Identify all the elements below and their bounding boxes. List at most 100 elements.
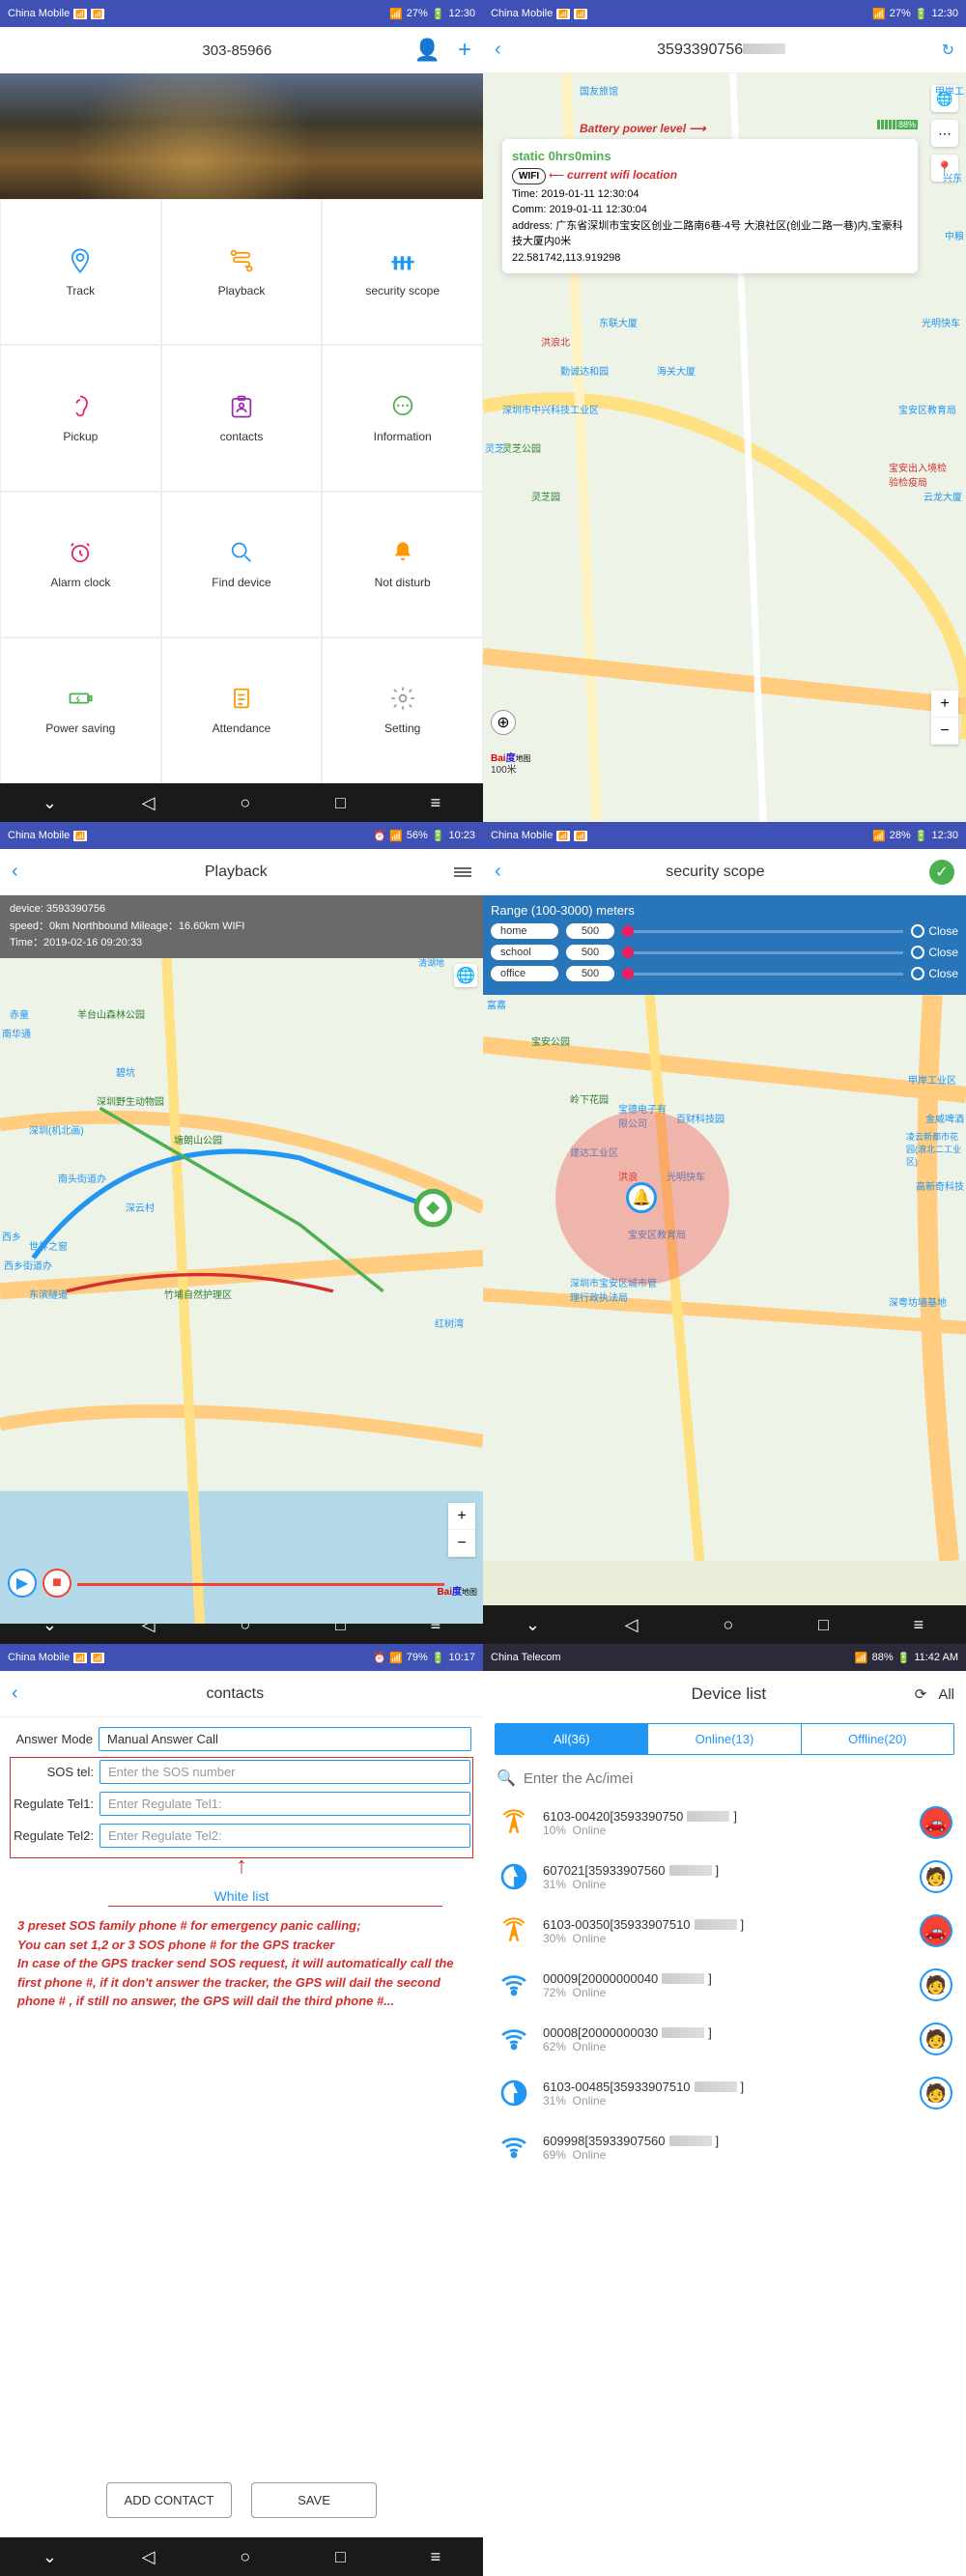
zoom-out[interactable]: −: [448, 1530, 475, 1557]
back-button[interactable]: ‹: [12, 1683, 18, 1705]
signal-type-icon: [497, 1805, 531, 1840]
globe-button[interactable]: 🌐: [454, 964, 477, 987]
device-list-item[interactable]: 609998[35933907560] 69% Online: [483, 2120, 966, 2174]
regulate-tel2-input[interactable]: Enter Regulate Tel2:: [99, 1824, 470, 1848]
close-toggle[interactable]: Close: [911, 946, 958, 959]
range-slider[interactable]: [622, 951, 903, 954]
close-toggle[interactable]: Close: [911, 924, 958, 938]
avatar-person[interactable]: 🧑: [920, 1860, 952, 1893]
nav-dropdown[interactable]: ⌄: [43, 2547, 57, 2567]
regulate-tel1-input[interactable]: Enter Regulate Tel1:: [99, 1792, 470, 1816]
device-list-item[interactable]: 00008[20000000030] 62% Online 🧑: [483, 2012, 966, 2066]
grid-alarm-clock[interactable]: Alarm clock: [0, 492, 161, 637]
back-button[interactable]: ‹: [12, 861, 18, 883]
nav-menu[interactable]: ≡: [431, 793, 441, 813]
device-list-item[interactable]: 6103-00350[35933907510] 30% Online 🚗: [483, 1904, 966, 1958]
nav-home[interactable]: ○: [723, 1615, 733, 1635]
avatar-car[interactable]: 🚗: [920, 1914, 952, 1947]
device-list-item[interactable]: 607021[35933907560] 31% Online 🧑: [483, 1850, 966, 1904]
sos-tel-input[interactable]: Enter the SOS number: [99, 1760, 470, 1784]
whitelist-link[interactable]: White list: [12, 1875, 471, 1917]
grid-not-disturb[interactable]: Not disturb: [322, 492, 483, 637]
save-button[interactable]: SAVE: [251, 2482, 377, 2518]
nav-recent[interactable]: □: [335, 2547, 346, 2567]
nav-back[interactable]: ◁: [625, 1615, 639, 1635]
device-status: 62% Online: [543, 2040, 908, 2053]
nav-menu[interactable]: ≡: [431, 2547, 441, 2567]
grid-power-saving[interactable]: Power saving: [0, 637, 161, 783]
annotation-note-1: 3 preset SOS family phone # for emergenc…: [12, 1916, 471, 1936]
fence-name-input[interactable]: office: [491, 966, 558, 981]
map-view[interactable]: Battery power level ⟶ 88% static 0hrs0mi…: [483, 73, 966, 783]
grid-pickup[interactable]: Pickup: [0, 345, 161, 491]
fence-range-value[interactable]: 500: [566, 945, 614, 960]
range-row-office: office 500 Close: [491, 966, 958, 981]
close-toggle[interactable]: Close: [911, 967, 958, 980]
back-button[interactable]: ‹: [495, 861, 501, 883]
nav-dropdown[interactable]: ⌄: [43, 793, 57, 813]
profile-icon[interactable]: 👤: [414, 38, 440, 63]
refresh-icon[interactable]: ↻: [942, 41, 954, 60]
avatar-person[interactable]: 🧑: [920, 2023, 952, 2055]
confirm-button[interactable]: ✓: [929, 860, 954, 885]
nav-home[interactable]: ○: [240, 2547, 250, 2567]
back-button[interactable]: ‹: [495, 39, 501, 61]
nav-back[interactable]: ◁: [142, 793, 156, 813]
tab-online[interactable]: Online(13): [648, 1724, 801, 1754]
avatar-car[interactable]: 🚗: [920, 1806, 952, 1839]
geofence-map[interactable]: 富嘉 宝安公园 甲岸工业区 岭下花园 宝德电子有限公司 百财科技园 金威啤酒 建…: [483, 995, 966, 1605]
device-list-item[interactable]: 6103-00420[3593390750] 10% Online 🚗: [483, 1796, 966, 1850]
grid-playback[interactable]: Playback: [161, 199, 323, 345]
nav-back[interactable]: ◁: [142, 2547, 156, 2567]
device-list-item[interactable]: 00009[20000000040] 72% Online 🧑: [483, 1958, 966, 2012]
add-icon[interactable]: +: [458, 37, 471, 64]
zoom-in[interactable]: +: [448, 1503, 475, 1530]
grid-security-scope[interactable]: security scope: [322, 199, 483, 345]
battery-icon: [67, 685, 94, 712]
nav-recent[interactable]: □: [335, 793, 346, 813]
grid-track[interactable]: Track: [0, 199, 161, 345]
tab-offline[interactable]: Offline(20): [802, 1724, 953, 1754]
grid-setting[interactable]: Setting: [322, 637, 483, 783]
range-slider[interactable]: [622, 930, 903, 933]
zoom-out[interactable]: −: [931, 718, 958, 745]
avatar-person[interactable]: 🧑: [920, 2077, 952, 2109]
redacted: [662, 1973, 704, 1984]
device-list-item[interactable]: 6103-00485[35933907510] 31% Online 🧑: [483, 2066, 966, 2120]
all-filter[interactable]: All: [938, 1686, 954, 1703]
nav-menu[interactable]: ≡: [914, 1615, 924, 1635]
search-input[interactable]: [524, 1770, 952, 1787]
fence-name-input[interactable]: school: [491, 945, 558, 960]
fence-name-input[interactable]: home: [491, 923, 558, 939]
menu-button[interactable]: [454, 867, 471, 877]
range-slider[interactable]: [622, 973, 903, 976]
zoom-in[interactable]: +: [931, 691, 958, 718]
compass-button[interactable]: ⊕: [491, 710, 516, 735]
nav-recent[interactable]: □: [818, 1615, 829, 1635]
nav-home[interactable]: ○: [240, 793, 250, 813]
nav-dropdown[interactable]: ⌄: [526, 1615, 540, 1635]
avatar-person[interactable]: 🧑: [920, 1968, 952, 2001]
grid-contacts[interactable]: contacts: [161, 345, 323, 491]
search-row: 🔍: [483, 1761, 966, 1796]
more-button[interactable]: ⋯: [931, 120, 958, 147]
device-id-title: 303-85966: [60, 42, 414, 59]
grid-find-device[interactable]: Find device: [161, 492, 323, 637]
fence-range-value[interactable]: 500: [566, 966, 614, 981]
tab-all[interactable]: All(36): [496, 1724, 648, 1754]
sos-tel-label: SOS tel:: [13, 1765, 99, 1779]
annotation-note-2: You can set 1,2 or 3 SOS phone # for the…: [12, 1936, 471, 1955]
refresh-button[interactable]: ⟳: [915, 1685, 927, 1703]
screen-device-list: China Telecom 📶 88% 🔋 11:42 AM Device li…: [483, 1644, 966, 2576]
grid-information[interactable]: Information: [322, 345, 483, 491]
play-button[interactable]: ▶: [8, 1569, 37, 1598]
grid-attendance[interactable]: Attendance: [161, 637, 323, 783]
answer-mode-select[interactable]: Manual Answer Call: [99, 1727, 471, 1751]
playback-slider[interactable]: [77, 1583, 444, 1586]
fence-range-value[interactable]: 500: [566, 923, 614, 939]
add-contact-button[interactable]: ADD CONTACT: [106, 2482, 232, 2518]
stop-button[interactable]: ■: [43, 1569, 71, 1598]
playback-map[interactable]: 清湖地 赤童 羊台山森林公园 南华通 碧坑 深圳野生动物园 深圳(机北画) 塘朗…: [0, 958, 483, 1605]
search-icon: [228, 539, 255, 566]
range-settings-panel: Range (100-3000) meters home 500 Close s…: [483, 895, 966, 995]
